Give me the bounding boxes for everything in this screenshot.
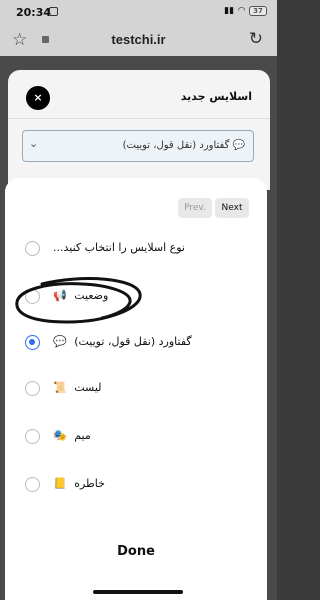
picker-option-list[interactable]: لیست 📜 (5, 374, 267, 404)
option-text: لیست (74, 381, 102, 394)
notebook-icon: 📒 (53, 477, 67, 490)
status-right-icons: ▮▮ ◠ 37 (224, 6, 267, 16)
home-indicator (93, 590, 183, 594)
radio-button-selected[interactable] (25, 335, 40, 350)
picker-option-quote[interactable]: گفتاورد (نقل قول، توییت) 💬 (5, 328, 267, 358)
option-label: میم 🎭 (53, 429, 91, 442)
new-slice-modal: × اسلایس جدید 💬 گفتاورد (نقل قول، توییت)… (8, 70, 270, 190)
prev-button[interactable]: Prev. (178, 198, 212, 218)
option-text: گفتاورد (نقل قول، توییت) (74, 335, 192, 348)
option-label: خاطره 📒 (53, 477, 105, 490)
status-bar: 20:34 ▮▮ ◠ 37 (0, 0, 277, 24)
screen-record-icon (49, 7, 58, 16)
modal-title: اسلایس جدید (180, 90, 252, 103)
battery-icon: 37 (249, 6, 267, 16)
signal-icon: ▮▮ (224, 6, 235, 16)
done-button[interactable]: Done (5, 544, 267, 559)
option-text: خاطره (74, 477, 105, 490)
wifi-icon: ◠ (238, 6, 245, 16)
modal-divider (8, 118, 270, 119)
option-text: میم (74, 429, 91, 442)
picker-option-meme[interactable]: میم 🎭 (5, 422, 267, 452)
radio-button[interactable] (25, 429, 40, 444)
slice-type-select[interactable]: 💬 گفتاورد (نقل قول، توییت) ⌄ (22, 130, 254, 162)
chevron-down-icon: ⌄ (29, 137, 39, 150)
scroll-icon: 📜 (53, 381, 67, 394)
close-button[interactable]: × (26, 86, 50, 110)
theater-masks-icon: 🎭 (53, 429, 67, 442)
hand-drawn-circle-annotation (15, 277, 142, 324)
picker-sheet: Prev. Next نوع اسلایس را انتخاب کنید... … (5, 178, 267, 600)
slice-type-select-value: 💬 گفتاورد (نقل قول، توییت) (122, 140, 245, 151)
option-label: گفتاورد (نقل قول، توییت) 💬 (53, 335, 192, 348)
radio-button[interactable] (25, 477, 40, 492)
next-button[interactable]: Next (215, 198, 249, 218)
reload-icon[interactable]: ↻ (249, 29, 263, 49)
address-bar-url[interactable]: testchi.ir (0, 32, 277, 47)
picker-option-memory[interactable]: خاطره 📒 (5, 470, 267, 500)
option-label: لیست 📜 (53, 381, 102, 394)
radio-button[interactable] (25, 241, 40, 256)
option-label: نوع اسلایس را انتخاب کنید... (53, 241, 185, 254)
radio-button[interactable] (25, 381, 40, 396)
status-time: 20:34 (16, 6, 52, 19)
browser-toolbar: ☆ testchi.ir ↻ (0, 24, 277, 56)
picker-option-placeholder[interactable]: نوع اسلایس را انتخاب کنید... (5, 234, 267, 264)
speech-bubble-icon: 💬 (53, 335, 67, 348)
option-text: نوع اسلایس را انتخاب کنید... (53, 241, 185, 254)
